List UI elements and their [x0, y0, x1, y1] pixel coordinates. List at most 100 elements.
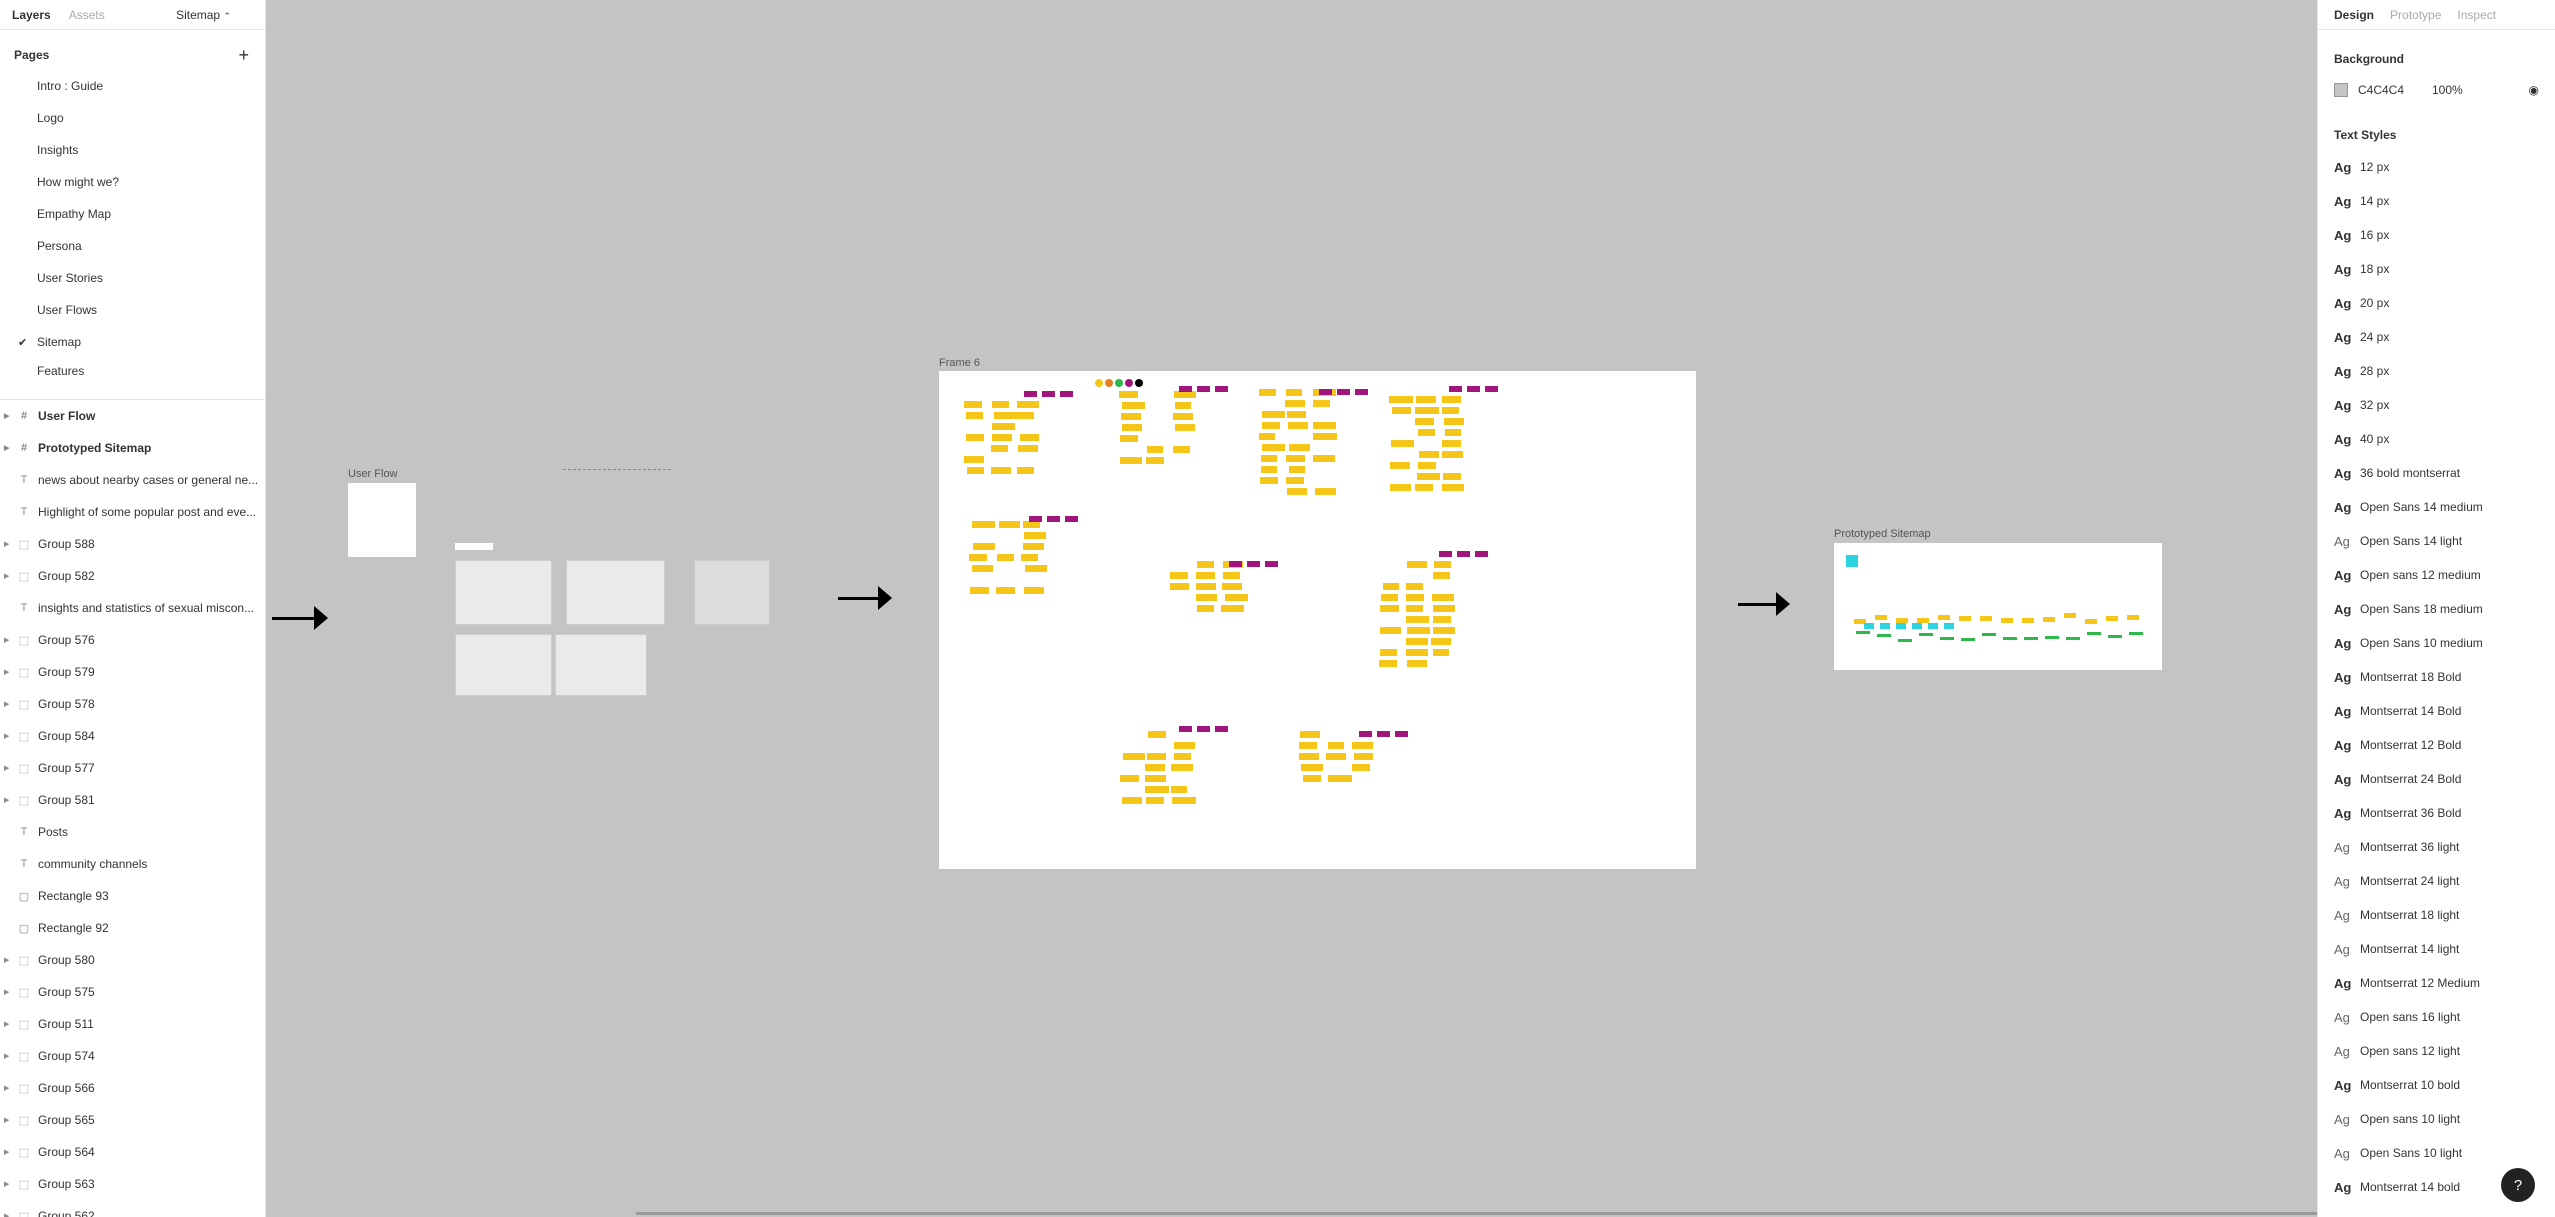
layer-item[interactable]: ▶ ⬚ Group 565	[0, 1104, 265, 1136]
sticky-note[interactable]	[1148, 731, 1166, 738]
layer-item[interactable]: ▶ ⬚ Group 562	[0, 1200, 265, 1217]
sticky-note[interactable]	[1441, 440, 1461, 447]
sticky-note[interactable]	[2087, 631, 2101, 635]
sticky-note[interactable]	[1299, 742, 1318, 749]
text-style-item[interactable]: Ag Montserrat 12 Bold	[2318, 728, 2555, 762]
sticky-note[interactable]	[1327, 742, 1344, 749]
sticky-note[interactable]	[1406, 616, 1429, 623]
sticky-note[interactable]	[1171, 786, 1188, 793]
text-style-item[interactable]: Ag Open Sans 14 light	[2318, 524, 2555, 558]
sticky-note[interactable]	[1265, 561, 1278, 567]
sticky-note[interactable]	[2043, 617, 2055, 623]
sticky-note[interactable]	[1439, 551, 1452, 557]
sticky-note[interactable]	[1288, 466, 1306, 473]
sticky-note[interactable]	[1442, 396, 1462, 403]
sticky-note[interactable]	[1856, 631, 1870, 634]
text-style-item[interactable]: Ag 36 bold montserrat	[2318, 456, 2555, 490]
sticky-note[interactable]	[1285, 477, 1305, 484]
sticky-note[interactable]	[1434, 561, 1452, 568]
sticky-note[interactable]	[1229, 561, 1242, 567]
sticky-note[interactable]	[965, 434, 984, 441]
sticky-note[interactable]	[1023, 543, 1044, 550]
sticky-note[interactable]	[1146, 457, 1165, 464]
caret-right-icon[interactable]: ▶	[4, 1116, 9, 1124]
sticky-note[interactable]	[966, 412, 983, 419]
sticky-note[interactable]	[1980, 616, 1992, 622]
sticky-note[interactable]	[1938, 615, 1950, 621]
frame-title-prototyped-sitemap[interactable]: Prototyped Sitemap	[1834, 528, 1931, 540]
sticky-note[interactable]	[1119, 391, 1139, 398]
sticky-note[interactable]	[1982, 633, 1996, 637]
sticky-note[interactable]	[1024, 391, 1037, 397]
sticky-note[interactable]	[1023, 521, 1041, 528]
sketch-image[interactable]	[455, 560, 552, 625]
sticky-note[interactable]	[1328, 775, 1352, 782]
sticky-note[interactable]	[1457, 551, 1470, 557]
sticky-note[interactable]	[1042, 391, 1055, 397]
layer-item[interactable]: ▶ ⬚ Group 576	[0, 624, 265, 656]
sticky-note[interactable]	[2129, 632, 2143, 636]
sticky-note[interactable]	[1174, 753, 1192, 760]
sticky-note[interactable]	[1405, 594, 1425, 601]
text-style-item[interactable]: Ag 16 px	[2318, 218, 2555, 252]
layer-item[interactable]: ▶ ⬚ Group 578	[0, 688, 265, 720]
sticky-note[interactable]	[1355, 389, 1368, 395]
sticky-note[interactable]	[1247, 561, 1260, 567]
sticky-note[interactable]	[1416, 473, 1440, 480]
sticky-note[interactable]	[1875, 614, 1887, 620]
text-style-item[interactable]: Ag Open sans 12 medium	[2318, 558, 2555, 592]
sticky-note[interactable]	[1390, 462, 1411, 469]
sticky-note[interactable]	[1351, 742, 1374, 749]
sticky-note[interactable]	[1944, 623, 1954, 629]
text-style-item[interactable]: Ag Open Sans 10 light	[2318, 1136, 2555, 1170]
sticky-note[interactable]	[1407, 627, 1431, 634]
sticky-note[interactable]	[1442, 407, 1459, 414]
caret-right-icon[interactable]: ▶	[4, 988, 9, 996]
sticky-note[interactable]	[1326, 753, 1347, 760]
sticky-note[interactable]	[1898, 638, 1912, 642]
text-style-item[interactable]: Ag Open Sans 18 medium	[2318, 592, 2555, 626]
sticky-note[interactable]	[1314, 488, 1337, 495]
sticky-note[interactable]	[1896, 623, 1906, 629]
sticky-note[interactable]	[1145, 775, 1166, 782]
sticky-note[interactable]	[969, 554, 988, 561]
sticky-note[interactable]	[1285, 400, 1305, 407]
sticky-note[interactable]	[1147, 753, 1167, 760]
sticky-note[interactable]	[1120, 435, 1138, 442]
text-style-item[interactable]: Ag 20 px	[2318, 286, 2555, 320]
caret-right-icon[interactable]: ▶	[4, 1212, 9, 1217]
text-style-item[interactable]: Ag 18 px	[2318, 252, 2555, 286]
layer-item[interactable]: ▶ ⬚ Group 581	[0, 784, 265, 816]
sticky-note[interactable]	[1065, 516, 1078, 522]
sticky-note[interactable]	[1019, 434, 1040, 441]
sticky-note[interactable]	[1418, 462, 1436, 469]
sticky-note[interactable]	[1433, 649, 1450, 656]
text-style-item[interactable]: Ag Montserrat 18 Bold	[2318, 660, 2555, 694]
caret-right-icon[interactable]: ▶	[4, 412, 9, 420]
caret-right-icon[interactable]: ▶	[4, 1084, 9, 1092]
sticky-note[interactable]	[1406, 649, 1429, 656]
layer-item[interactable]: ▶ ⬚ Group 575	[0, 976, 265, 1008]
sticky-note[interactable]	[1174, 424, 1195, 431]
page-item-active[interactable]: ✔ Sitemap	[0, 326, 265, 358]
add-page-icon[interactable]: +	[238, 45, 249, 66]
sticky-note[interactable]	[2066, 637, 2080, 641]
sticky-note[interactable]	[990, 467, 1012, 474]
sticky-note[interactable]	[1432, 605, 1455, 612]
background-swatch[interactable]	[2334, 83, 2348, 97]
layer-item[interactable]: ▶ ⬚ Group 580	[0, 944, 265, 976]
layer-item[interactable]: T Posts	[0, 816, 265, 848]
text-style-item[interactable]: Ag Montserrat 36 light	[2318, 830, 2555, 864]
page-dropdown[interactable]: Sitemap ⌃	[176, 8, 231, 22]
tab-assets[interactable]: Assets	[69, 8, 105, 22]
sticky-note[interactable]	[1122, 753, 1146, 760]
eye-icon[interactable]: ◉	[2529, 83, 2539, 97]
layer-item[interactable]: T Highlight of some popular post and eve.…	[0, 496, 265, 528]
caret-right-icon[interactable]: ▶	[4, 1052, 9, 1060]
sticky-note[interactable]	[1961, 637, 1975, 641]
note-card[interactable]	[455, 543, 493, 550]
sticky-note[interactable]	[1174, 402, 1191, 409]
sticky-note[interactable]	[1120, 775, 1140, 782]
layer-item[interactable]: ▶ ⬚ Group 579	[0, 656, 265, 688]
sticky-note[interactable]	[1299, 731, 1321, 738]
